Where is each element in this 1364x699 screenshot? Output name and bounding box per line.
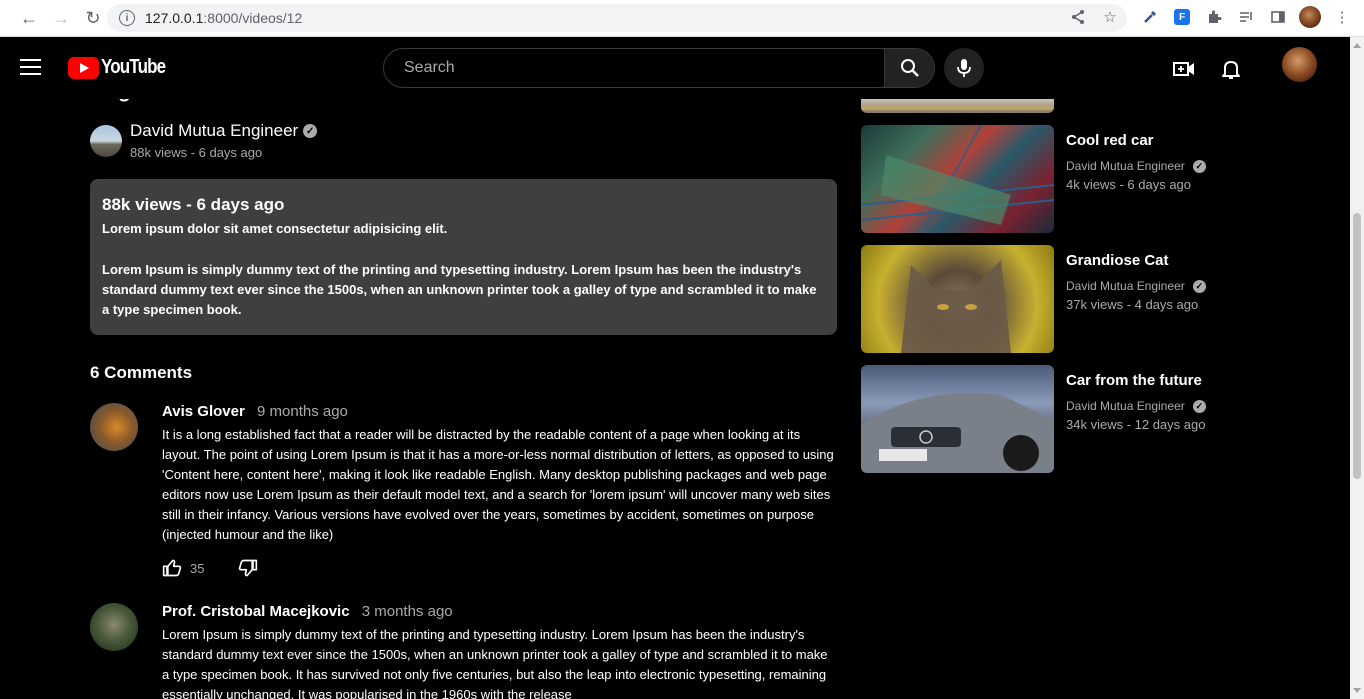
puzzle-icon[interactable] — [1204, 7, 1224, 27]
description-short: Lorem ipsum dolor sit amet consectetur a… — [102, 221, 448, 236]
page-viewport: Dog in Winter David Mutua Engineer ✓ 88k… — [0, 37, 1350, 699]
scrollbar-thumb[interactable] — [1353, 213, 1361, 479]
bookmark-star-icon[interactable]: ☆ — [1100, 7, 1120, 27]
browser-menu-icon[interactable]: ⋮ — [1332, 7, 1352, 27]
dislike-icon[interactable] — [238, 558, 258, 578]
description-views: 88k views - 6 days ago — [102, 195, 285, 214]
related-title[interactable]: Cool red car — [1066, 132, 1154, 149]
create-video-icon[interactable] — [1172, 59, 1196, 79]
reading-list-icon[interactable] — [1236, 7, 1256, 27]
share-icon[interactable] — [1068, 7, 1088, 27]
verified-icon: ✓ — [1192, 399, 1206, 413]
related-video[interactable]: Car from the future David Mutua Engineer… — [861, 365, 1331, 473]
commenter-avatar[interactable] — [90, 603, 138, 651]
back-icon[interactable]: ← — [18, 7, 40, 29]
logo-text: YouTube — [101, 56, 166, 78]
hamburger-menu-icon[interactable] — [20, 59, 41, 75]
video-meta: 88k views - 6 days ago — [130, 145, 263, 160]
related-meta: 4k views - 6 days ago — [1066, 177, 1192, 192]
comment-header: Avis Glover 9 months ago — [162, 403, 348, 420]
related-video[interactable]: Grandiose Cat David Mutua Engineer ✓ 37k… — [861, 245, 1331, 353]
description-box[interactable]: 88k views - 6 days ago Lorem ipsum dolor… — [90, 179, 837, 335]
related-channel-text: David Mutua Engineer — [1066, 399, 1185, 413]
like-count: 35 — [190, 560, 205, 576]
youtube-logo[interactable]: YouTube — [68, 56, 177, 79]
profile-avatar[interactable] — [1299, 6, 1321, 28]
comments-count: 6 Comments — [90, 363, 193, 382]
address-bar[interactable]: i 127.0.0.1:8000/videos/12 — [107, 4, 1127, 32]
verified-icon: ✓ — [1192, 159, 1206, 173]
related-meta: 37k views - 4 days ago — [1066, 297, 1199, 312]
search-icon — [900, 59, 919, 77]
reload-icon[interactable]: ↻ — [82, 7, 104, 29]
comment-time: 3 months ago — [361, 603, 453, 620]
comment-text: Lorem Ipsum is simply dummy text of the … — [162, 627, 828, 699]
microphone-icon — [957, 59, 971, 77]
verified-icon: ✓ — [303, 124, 318, 138]
notifications-bell-icon[interactable] — [1219, 59, 1243, 79]
url-host: 127.0.0.1 — [145, 10, 204, 26]
commenter-avatar[interactable] — [90, 403, 138, 451]
related-title[interactable]: Grandiose Cat — [1066, 252, 1169, 269]
related-channel-text: David Mutua Engineer — [1066, 279, 1185, 293]
related-thumbnail[interactable] — [861, 245, 1054, 353]
comment-time: 9 months ago — [257, 403, 348, 420]
site-info-icon[interactable]: i — [119, 10, 135, 26]
related-channel-text: David Mutua Engineer — [1066, 159, 1185, 173]
search-button[interactable] — [884, 49, 934, 87]
comment-author[interactable]: Avis Glover — [162, 403, 245, 420]
related-title[interactable]: Car from the future — [1066, 372, 1202, 389]
search-input[interactable]: Search — [384, 49, 884, 87]
url-path: :8000/videos/12 — [203, 10, 303, 26]
comment-header: Prof. Cristobal Macejkovic 3 months ago — [162, 603, 453, 620]
description-long: Lorem Ipsum is simply dummy text of the … — [102, 262, 817, 317]
channel-avatar[interactable] — [90, 125, 122, 157]
comment-actions: 35 — [162, 558, 258, 578]
related-thumbnail[interactable] — [861, 125, 1054, 233]
extension-icon[interactable]: F — [1172, 7, 1192, 27]
related-channel[interactable]: David Mutua Engineer ✓ — [1066, 159, 1206, 173]
verified-icon: ✓ — [1192, 279, 1206, 293]
forward-icon[interactable]: → — [50, 7, 72, 29]
related-meta: 34k views - 12 days ago — [1066, 417, 1206, 432]
search-bar: Search — [383, 48, 935, 88]
page-scrollbar[interactable] — [1350, 37, 1364, 699]
comment-author[interactable]: Prof. Cristobal Macejkovic — [162, 603, 350, 620]
like-icon[interactable] — [162, 558, 182, 578]
scroll-down-arrow-icon[interactable] — [1353, 688, 1361, 693]
comment-text: It is a long established fact that a rea… — [162, 427, 834, 542]
related-video[interactable]: Cool red car David Mutua Engineer ✓ 4k v… — [861, 125, 1331, 233]
related-thumbnail[interactable] — [861, 365, 1054, 473]
related-channel[interactable]: David Mutua Engineer ✓ — [1066, 399, 1206, 413]
youtube-play-icon — [68, 56, 99, 79]
eyedropper-icon[interactable] — [1140, 7, 1160, 27]
voice-search-button[interactable] — [944, 48, 984, 88]
side-panel-icon[interactable] — [1268, 7, 1288, 27]
channel-name[interactable]: David Mutua Engineer ✓ — [130, 121, 318, 141]
scroll-up-arrow-icon[interactable] — [1353, 43, 1361, 48]
user-avatar[interactable] — [1282, 47, 1317, 82]
channel-name-text: David Mutua Engineer — [130, 121, 299, 140]
site-header: YouTube Search — [0, 37, 1350, 99]
related-channel[interactable]: David Mutua Engineer ✓ — [1066, 279, 1206, 293]
browser-toolbar: ← → ↻ i 127.0.0.1:8000/videos/12 ☆ F ⋮ — [0, 0, 1364, 37]
